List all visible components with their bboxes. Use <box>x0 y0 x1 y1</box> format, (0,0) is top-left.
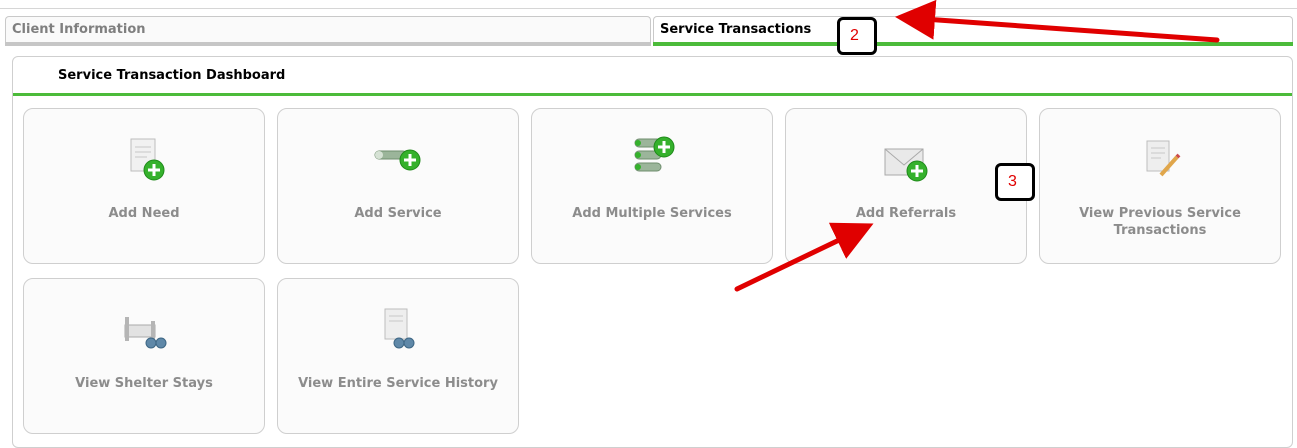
panel-title: Service Transaction Dashboard <box>58 68 286 83</box>
multiple-keys-add-icon <box>634 136 675 172</box>
add-multiple-services-tile[interactable]: Add Multiple Services <box>531 108 773 264</box>
tab-client-information[interactable]: Client Information <box>5 16 651 42</box>
document-add-icon <box>130 138 165 181</box>
tile-label: View Shelter Stays <box>75 376 213 391</box>
panel-title-rule <box>13 93 1292 96</box>
tile-label: Add Service <box>354 206 442 221</box>
top-divider <box>0 8 1297 9</box>
tab-service-transactions[interactable]: Service Transactions <box>653 16 1293 42</box>
bed-binoculars-icon <box>124 317 167 349</box>
tile-label: View Previous Service Transactions <box>1079 206 1241 238</box>
document-binoculars-icon <box>384 308 415 349</box>
tile-label: Add Referrals <box>855 206 957 221</box>
callout-2: 2 <box>837 17 877 55</box>
add-need-tile[interactable]: Add Need <box>23 108 265 264</box>
view-shelter-stays-tile[interactable]: View Shelter Stays <box>23 278 265 434</box>
tab-service-active-underline <box>653 42 1293 46</box>
key-add-icon <box>374 149 421 171</box>
tile-label: View Entire Service History <box>298 376 498 391</box>
tab-client-underline <box>5 42 651 46</box>
tile-label: Add Multiple Services <box>572 206 732 221</box>
view-entire-service-history-tile[interactable]: View Entire Service History <box>277 278 519 434</box>
view-previous-service-transactions-tile[interactable]: View Previous Service Transactions <box>1039 108 1281 264</box>
add-service-tile[interactable]: Add Service <box>277 108 519 264</box>
add-referrals-tile[interactable]: Add Referrals <box>785 108 1027 264</box>
callout-3: 3 <box>995 163 1035 201</box>
tile-label: Add Need <box>108 206 180 221</box>
document-pencil-icon <box>1146 140 1181 177</box>
envelope-add-icon <box>884 148 928 182</box>
